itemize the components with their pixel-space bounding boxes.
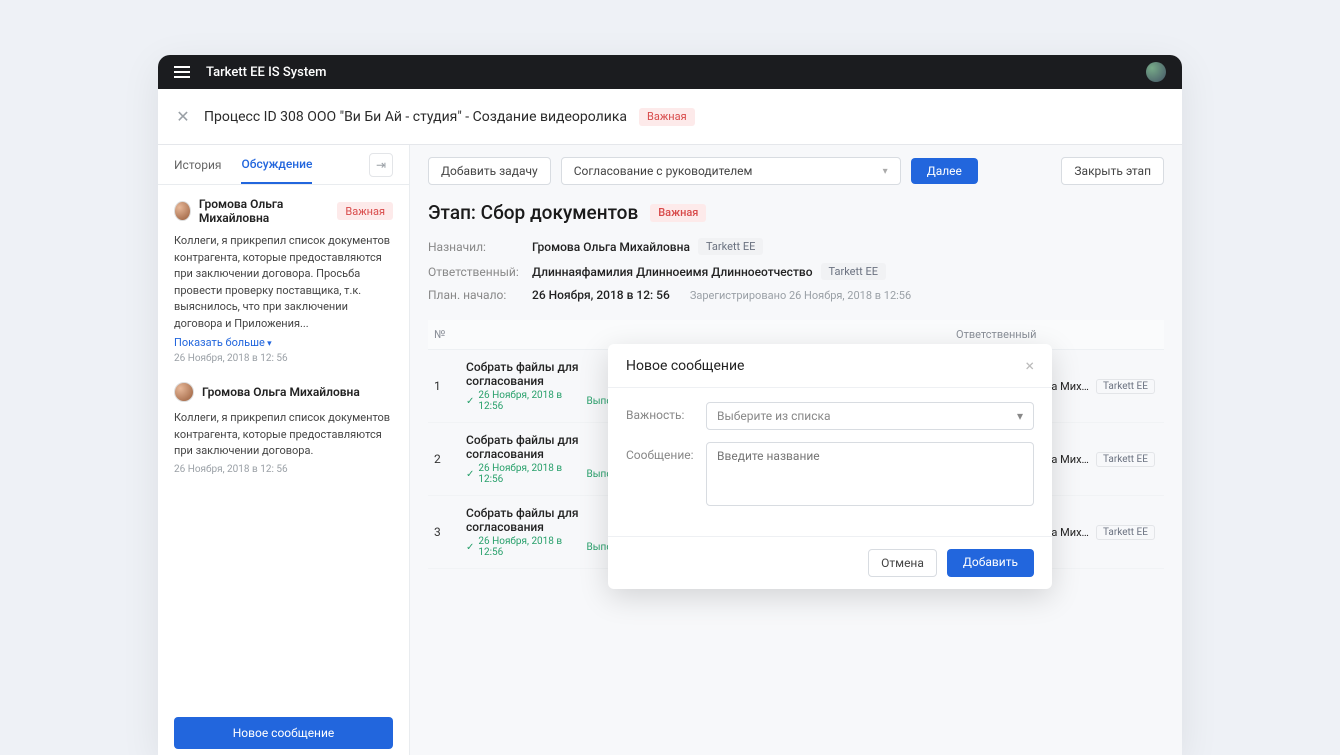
tab-history[interactable]: История (174, 145, 221, 184)
row-num: 3 (434, 525, 466, 539)
menu-icon[interactable] (174, 66, 190, 78)
post-time: 26 Ноября, 2018 в 12: 56 (174, 353, 393, 364)
tab-discussion[interactable]: Обсуждение (241, 145, 312, 184)
message-label: Сообщение: (626, 442, 706, 462)
stage-select[interactable]: Согласование с руководителем ▾ (561, 157, 901, 185)
post-author: Громова Ольга Михайловна (199, 197, 329, 225)
meta-assigned: Назначил: Громова Ольга Михайловна Tarke… (428, 238, 1164, 255)
add-task-button[interactable]: Добавить задачу (428, 157, 551, 185)
row-num: 2 (434, 452, 466, 466)
importance-badge: Важная (639, 108, 695, 126)
discussion-feed: Громова Ольга Михайловна Важная Коллеги,… (158, 185, 409, 755)
close-stage-button[interactable]: Закрыть этап (1061, 157, 1164, 185)
topbar: Tarkett EE IS System (158, 55, 1182, 89)
submit-button[interactable]: Добавить (947, 549, 1034, 577)
breadcrumb-text: Процесс ID 308 ООО "Ви Би Ай - студия" -… (204, 109, 627, 125)
sidebar: История Обсуждение ⇥ Громова Ольга Михай… (158, 145, 410, 755)
meta-value: Длиннаяфамилия Длинноеимя Длинноеотчеств… (532, 265, 813, 279)
cancel-button[interactable]: Отмена (868, 549, 937, 577)
meta-value: 26 Ноября, 2018 в 12: 56 (532, 288, 670, 302)
post: Громова Ольга Михайловна Коллеги, я прик… (174, 382, 393, 475)
avatar (174, 201, 191, 221)
col-responsible: Ответственный (948, 328, 1158, 341)
show-more-link[interactable]: Показать больше (174, 336, 393, 349)
form-row-message: Сообщение: (626, 442, 1034, 506)
meta-label: Назначил: (428, 240, 532, 254)
stage-badge: Важная (650, 204, 706, 222)
org-tag: Tarkett EE (698, 238, 763, 255)
sidebar-tabs: История Обсуждение ⇥ (158, 145, 409, 185)
meta-responsible: Ответственный: Длиннаяфамилия Длинноеимя… (428, 263, 1164, 280)
post-body: Коллеги, я прикрепил список документов к… (174, 233, 393, 332)
form-row-importance: Важность: Выберите из списка ▾ (626, 402, 1034, 430)
check-icon: ✓ (466, 469, 474, 480)
post-badge: Важная (337, 202, 393, 220)
modal-title: Новое сообщение (626, 358, 744, 374)
post-time: 26 Ноября, 2018 в 12: 56 (174, 464, 393, 475)
post-author: Громова Ольга Михайловна (202, 385, 360, 399)
select-value: Согласование с руководителем (574, 164, 753, 178)
post: Громова Ольга Михайловна Важная Коллеги,… (174, 197, 393, 364)
col-number: № (434, 328, 466, 341)
user-avatar[interactable] (1146, 62, 1166, 82)
check-icon: ✓ (466, 542, 474, 553)
importance-label: Важность: (626, 402, 706, 422)
new-message-button[interactable]: Новое сообщение (174, 717, 393, 749)
modal-header: Новое сообщение × (608, 344, 1052, 388)
meta-label: Ответственный: (428, 265, 532, 279)
chevron-down-icon: ▾ (1017, 409, 1023, 423)
meta-label: План. начало: (428, 288, 532, 302)
row-num: 1 (434, 379, 466, 393)
meta-extra: Зарегистрировано 26 Ноября, 2018 в 12:56 (690, 289, 911, 302)
org-tag: Tarkett EE (821, 263, 886, 280)
modal-body: Важность: Выберите из списка ▾ Сообщение… (608, 388, 1052, 536)
next-button[interactable]: Далее (911, 158, 978, 184)
new-message-modal: Новое сообщение × Важность: Выберите из … (608, 344, 1052, 589)
org-tag: Tarkett EE (1096, 452, 1155, 467)
importance-select[interactable]: Выберите из списка ▾ (706, 402, 1034, 430)
check-icon: ✓ (466, 396, 474, 407)
select-placeholder: Выберите из списка (717, 409, 831, 423)
org-tag: Tarkett EE (1096, 379, 1155, 394)
close-icon[interactable]: ✕ (174, 108, 192, 126)
stage-title: Этап: Сбор документов Важная (428, 201, 1164, 224)
breadcrumb-bar: ✕ Процесс ID 308 ООО "Ви Би Ай - студия"… (158, 89, 1182, 145)
meta-value: Громова Ольга Михайловна (532, 240, 690, 254)
chevron-down-icon: ▾ (883, 166, 888, 177)
post-body: Коллеги, я прикрепил список документов к… (174, 410, 393, 460)
stage-title-text: Этап: Сбор документов (428, 201, 638, 224)
modal-footer: Отмена Добавить (608, 536, 1052, 589)
avatar (174, 382, 194, 402)
toolbar: Добавить задачу Согласование с руководит… (428, 157, 1164, 185)
app-title: Tarkett EE IS System (206, 65, 326, 80)
collapse-icon[interactable]: ⇥ (369, 153, 393, 177)
app-window: Tarkett EE IS System ✕ Процесс ID 308 ОО… (158, 55, 1182, 755)
message-textarea[interactable] (706, 442, 1034, 506)
org-tag: Tarkett EE (1096, 525, 1155, 540)
close-icon[interactable]: × (1025, 356, 1034, 375)
meta-plan-start: План. начало: 26 Ноября, 2018 в 12: 56 З… (428, 288, 1164, 302)
